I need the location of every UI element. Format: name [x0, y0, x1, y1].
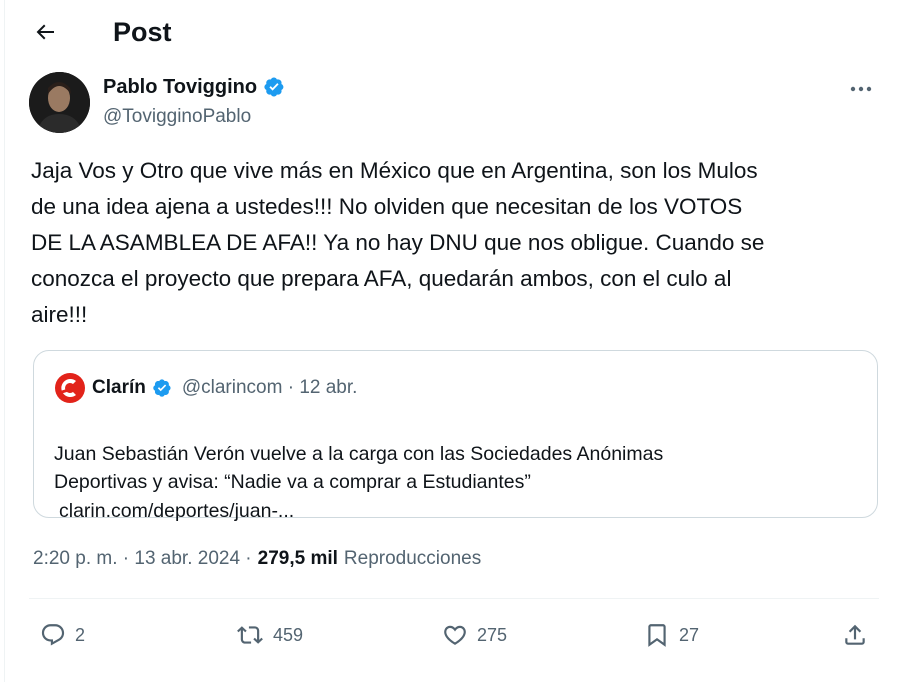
- quoted-post-text: Juan Sebastián Verón vuelve a la carga c…: [54, 442, 664, 494]
- clarin-logo-icon: [54, 372, 86, 404]
- share-button[interactable]: [841, 613, 869, 657]
- repost-count: 459: [273, 624, 304, 645]
- verified-badge-icon: [153, 379, 171, 397]
- views-count: 279,5 mil: [257, 548, 338, 569]
- reply-button[interactable]: 2: [39, 613, 85, 657]
- post-meta: 2:20 p. m. · 13 abr. 2024 · 279,5 mil Re…: [33, 545, 481, 573]
- bookmark-icon: [648, 624, 666, 647]
- author-name[interactable]: Pablo Toviggino: [103, 74, 285, 100]
- bookmark-button[interactable]: 27: [643, 613, 699, 657]
- reply-icon: [41, 624, 65, 646]
- divider: [29, 598, 879, 599]
- quoted-post-body: Juan Sebastián Verón vuelve a la carga c…: [54, 411, 854, 554]
- post-page: Post Pablo Toviggino @TovigginoPablo Jaj…: [4, 0, 900, 682]
- quoted-post-header: Clarín @clarincom · 12 abr.: [54, 373, 357, 403]
- reply-count: 2: [75, 624, 86, 645]
- action-bar: 2 459 275 27: [29, 613, 879, 657]
- bookmark-count: 27: [679, 624, 700, 645]
- repost-icon: [237, 626, 263, 644]
- avatar[interactable]: [29, 72, 90, 133]
- heart-icon: [444, 625, 466, 645]
- post-timestamp[interactable]: 2:20 p. m. · 13 abr. 2024 ·: [33, 545, 252, 573]
- more-horizontal-icon: [850, 86, 872, 92]
- repost-button[interactable]: 459: [235, 613, 303, 657]
- arrow-left-icon: [36, 24, 54, 40]
- like-count: 275: [477, 624, 508, 645]
- more-options-button[interactable]: [843, 76, 879, 102]
- share-icon: [845, 624, 865, 645]
- page-title: Post: [113, 17, 172, 47]
- quoted-handle-date: @clarincom · 12 abr.: [181, 377, 358, 398]
- like-button[interactable]: 275: [441, 613, 507, 657]
- views-label: Reproducciones: [343, 548, 482, 569]
- author-handle[interactable]: @TovigginoPablo: [103, 104, 251, 130]
- quoted-post-link[interactable]: clarin.com/deportes/juan-...: [54, 497, 854, 526]
- verified-badge-icon: [264, 77, 284, 97]
- quoted-author-name: Clarín: [92, 377, 146, 398]
- quoted-post[interactable]: Clarín @clarincom · 12 abr. Juan Sebasti…: [33, 350, 878, 522]
- back-button[interactable]: [27, 14, 63, 50]
- post-text: Jaja Vos y Otro que vive más en México q…: [31, 158, 765, 327]
- page-header: Post: [5, 0, 900, 62]
